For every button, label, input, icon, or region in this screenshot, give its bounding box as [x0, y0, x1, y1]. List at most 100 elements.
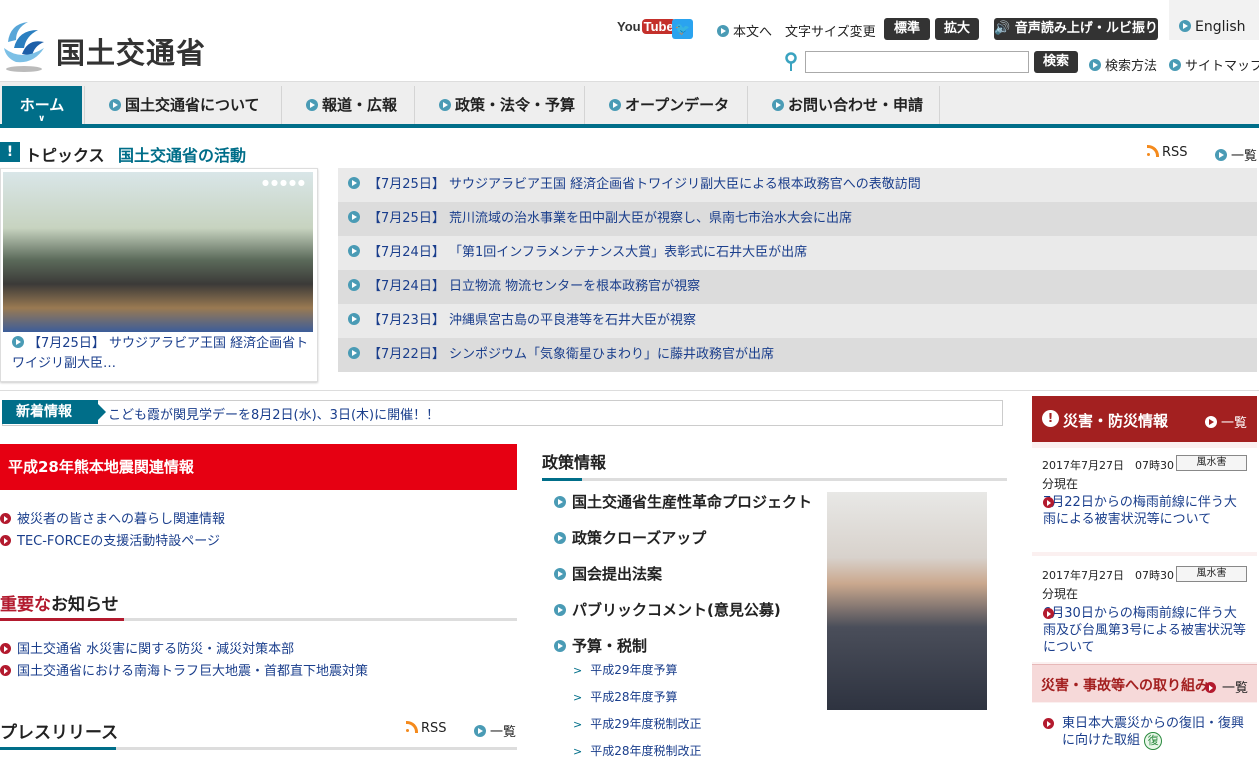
- disaster-date-suffix: 分現在: [1042, 477, 1079, 491]
- arrow-circle-icon: [1043, 497, 1054, 508]
- arrow-circle-icon: [348, 245, 360, 257]
- arrow-circle-icon: [306, 99, 318, 111]
- arrow-circle-icon: [474, 725, 486, 737]
- arrow-circle-icon: [0, 665, 11, 676]
- section-divider: [0, 390, 1259, 391]
- disaster-date: 2017年7月27日 07時30: [1042, 459, 1174, 472]
- arrow-circle-icon: [554, 496, 566, 508]
- tax-sub-link[interactable]: > 平成29年度税制改正: [573, 715, 702, 732]
- topics-list-link[interactable]: 一覧: [1215, 145, 1257, 164]
- nav-about[interactable]: 国土交通省について: [84, 86, 281, 124]
- arrow-circle-icon: [772, 99, 784, 111]
- arrow-circle-icon: [554, 640, 566, 652]
- topic-photo-caption[interactable]: 【7月25日】 サウジアラビア王国 経済企画省トワイジリ副大臣…: [12, 334, 312, 374]
- rss-icon: [1147, 145, 1159, 157]
- important-link[interactable]: 国土交通省 水災害に関する防災・減災対策本部: [0, 638, 294, 657]
- skip-to-content-link[interactable]: 本文へ: [717, 21, 772, 40]
- arrow-circle-icon: [1169, 59, 1181, 71]
- site-logo-text[interactable]: 国土交通省: [56, 30, 206, 72]
- topic-news-item[interactable]: 【7月24日】 日立物流 物流センターを根本政務官が視察: [338, 270, 1257, 304]
- english-link[interactable]: English: [1169, 0, 1259, 40]
- mlit-logo-icon[interactable]: [2, 18, 46, 74]
- policy-item[interactable]: パブリックコメント(意見公募): [554, 599, 781, 620]
- arrow-circle-icon: [12, 336, 24, 348]
- disaster-link[interactable]: 6月30日からの梅雨前線に伴う大雨及び台風第3号による被害状況等について: [1043, 605, 1249, 656]
- search-button[interactable]: 検索: [1034, 51, 1078, 73]
- rss-icon: [406, 721, 418, 733]
- font-standard-button[interactable]: 標準: [884, 18, 930, 40]
- arrow-circle-icon: [554, 604, 566, 616]
- arrow-circle-icon: [1205, 682, 1216, 693]
- arrow-circle-icon: [1043, 608, 1054, 619]
- kumamoto-link[interactable]: 被災者の皆さまへの暮らし関連情報: [0, 508, 225, 527]
- nav-press[interactable]: 報道・広報: [281, 86, 414, 124]
- kumamoto-banner[interactable]: 平成28年熊本地震関連情報: [0, 444, 517, 490]
- budget-sub-link[interactable]: > 平成29年度予算: [573, 661, 678, 678]
- arrow-circle-icon: [348, 211, 360, 223]
- important-link[interactable]: 国土交通省における南海トラフ巨大地震・首都直下地震対策: [0, 660, 368, 679]
- topics-exclamation-icon: !: [0, 142, 20, 162]
- topic-news-item[interactable]: 【7月25日】 荒川流域の治水事業を田中副大臣が視察し、県南七市治水大会に出席: [338, 202, 1257, 236]
- accident-title: 災害・事故等への取り組み: [1041, 678, 1209, 694]
- policy-item[interactable]: 国会提出法案: [554, 563, 662, 584]
- policy-item[interactable]: 予算・税制: [554, 635, 647, 656]
- nav-policy[interactable]: 政策・法令・予算: [414, 86, 584, 124]
- press-list-link[interactable]: 一覧: [474, 721, 516, 740]
- topics-rss-link[interactable]: RSS: [1147, 145, 1188, 160]
- recovery-link[interactable]: 東日本大震災からの復旧・復興に向けた取組 復: [1043, 715, 1249, 750]
- arrow-circle-icon: [348, 279, 360, 291]
- youtube-icon[interactable]: You Tube: [617, 19, 676, 39]
- chevron-right-icon: >: [573, 664, 583, 677]
- arrow-circle-icon: [1205, 416, 1217, 428]
- topic-photo[interactable]: [3, 172, 313, 332]
- arrow-circle-icon: [0, 643, 11, 654]
- search-input[interactable]: [805, 51, 1029, 73]
- carousel-dots[interactable]: ●●●●●: [262, 178, 307, 187]
- nav-contact[interactable]: お問い合わせ・申請: [747, 86, 940, 124]
- nav-open-data[interactable]: オープンデータ: [584, 86, 747, 124]
- arrow-circle-icon: [439, 99, 451, 111]
- press-rss-link[interactable]: RSS: [406, 721, 447, 736]
- chevron-right-icon: >: [573, 718, 583, 731]
- disaster-list-link[interactable]: 一覧: [1205, 412, 1247, 431]
- disaster-title: 災害・防災情報: [1063, 412, 1169, 430]
- arrow-circle-icon: [109, 99, 121, 111]
- font-large-button[interactable]: 拡大: [935, 18, 979, 40]
- topic-news-item[interactable]: 【7月24日】 「第1回インフラメンテナンス大賞」表彰式に石井大臣が出席: [338, 236, 1257, 270]
- tax-sub-link[interactable]: > 平成28年度税制改正: [573, 742, 702, 759]
- twitter-icon[interactable]: 🐦: [672, 19, 693, 39]
- arrow-circle-icon: [0, 513, 11, 524]
- policy-item[interactable]: 国土交通省生産性革命プロジェクト: [554, 491, 812, 512]
- topic-news-item[interactable]: 【7月25日】 サウジアラビア王国 経済企画省トワイジリ副大臣による根本政務官へ…: [338, 168, 1257, 202]
- policy-item[interactable]: 政策クローズアップ: [554, 527, 706, 548]
- chevron-right-icon: >: [573, 691, 583, 704]
- arrow-circle-icon: [1179, 20, 1191, 32]
- minister-photo[interactable]: [827, 492, 987, 710]
- search-method-link[interactable]: 検索方法: [1089, 55, 1157, 74]
- chevron-down-icon: ∨: [38, 114, 46, 124]
- nav-home-tab[interactable]: ホーム ∨: [2, 86, 82, 128]
- kumamoto-link[interactable]: TEC-FORCEの支援活動特設ページ: [0, 530, 220, 549]
- accident-list-link[interactable]: 一覧: [1205, 677, 1248, 696]
- disaster-tag: 風水害: [1176, 455, 1247, 471]
- arrow-circle-icon: [348, 177, 360, 189]
- arrow-circle-icon: [1043, 718, 1054, 729]
- budget-sub-link[interactable]: > 平成28年度予算: [573, 688, 678, 705]
- disaster-date: 2017年7月27日 07時30: [1042, 569, 1174, 582]
- new-info-label: 新着情報: [2, 400, 106, 424]
- press-release-title: プレスリリース: [0, 723, 119, 743]
- voice-reading-button[interactable]: 🔊 音声読み上げ・ルビ振り: [994, 18, 1158, 40]
- disaster-link[interactable]: 7月22日からの梅雨前線に伴う大雨による被害状況等について: [1043, 494, 1249, 528]
- sitemap-link[interactable]: サイトマップ: [1169, 55, 1259, 74]
- important-notice-title: 重要なお知らせ: [0, 595, 119, 615]
- arrow-circle-icon: [609, 99, 621, 111]
- arrow-circle-icon: [348, 313, 360, 325]
- font-size-label: 文字サイズ変更: [785, 25, 876, 40]
- disaster-date-suffix: 分現在: [1042, 587, 1079, 601]
- topic-news-item[interactable]: 【7月22日】 シンポジウム「気象衛星ひまわり」に藤井政務官が出席: [338, 338, 1257, 372]
- topic-news-item[interactable]: 【7月23日】 沖縄県宮古島の平良港等を石井大臣が視察: [338, 304, 1257, 338]
- search-pin-icon: [785, 52, 797, 71]
- important-underline: [0, 618, 517, 621]
- new-info-link[interactable]: こども霞が関見学デーを8月2日(水)、3日(木)に開催！！: [108, 404, 439, 423]
- speaker-icon: 🔊: [994, 21, 1011, 36]
